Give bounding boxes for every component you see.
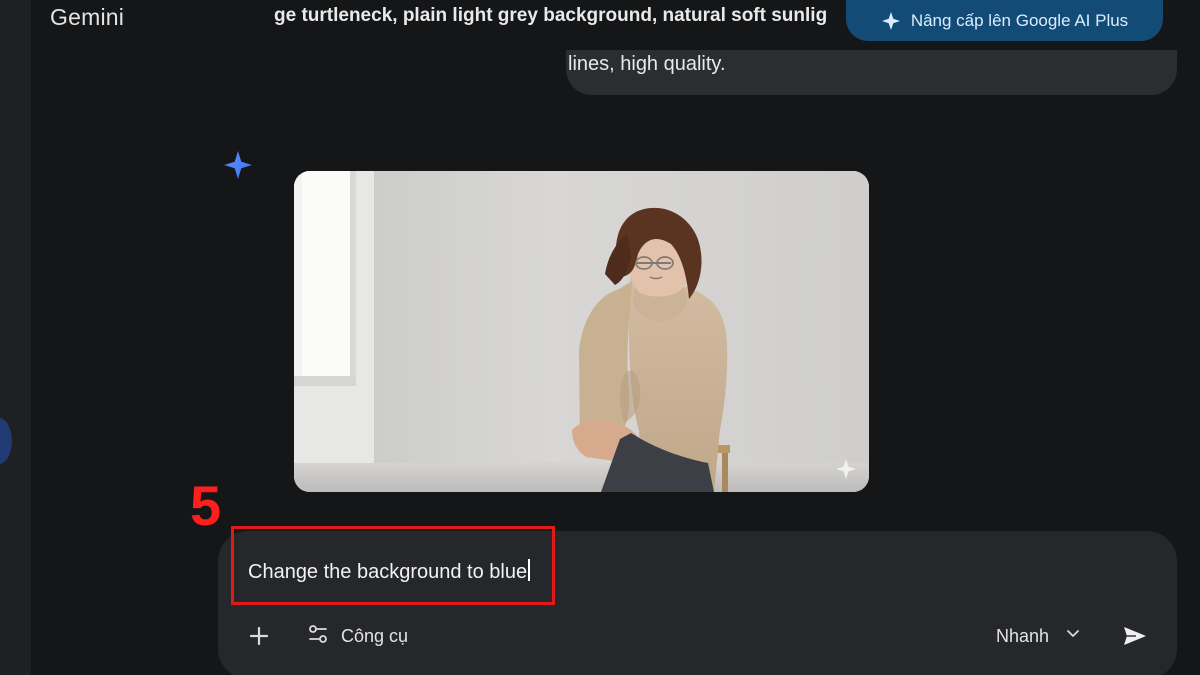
mode-label: Nhanh <box>996 625 1050 646</box>
portrait-illustration <box>294 171 869 492</box>
upgrade-button[interactable]: Nâng cấp lên Google AI Plus <box>846 0 1163 41</box>
app-title: Gemini <box>50 4 125 30</box>
chevron-down-icon <box>1065 626 1081 647</box>
tools-label: Công cụ <box>341 625 409 646</box>
prompt-excerpt: ge turtleneck, plain light grey backgrou… <box>274 5 828 26</box>
annotation-highlight-box <box>231 526 555 605</box>
sliders-icon <box>306 622 330 651</box>
tools-button[interactable]: Công cụ <box>306 621 408 651</box>
spark-icon <box>835 458 857 480</box>
left-rail <box>0 0 31 675</box>
send-icon[interactable] <box>1122 624 1148 648</box>
step-number-annotation: 5 <box>190 474 222 537</box>
app-root: Gemini ge turtleneck, plain light grey b… <box>0 0 1200 675</box>
gemini-spark-icon <box>223 150 253 180</box>
plus-icon[interactable] <box>247 624 271 648</box>
generated-portrait-image[interactable] <box>294 171 869 492</box>
upgrade-label: Nâng cấp lên Google AI Plus <box>910 10 1129 30</box>
user-message-tail: lines, high quality. <box>568 53 726 75</box>
spark-icon <box>881 11 901 31</box>
mode-selector[interactable]: Nhanh <box>996 621 1081 651</box>
